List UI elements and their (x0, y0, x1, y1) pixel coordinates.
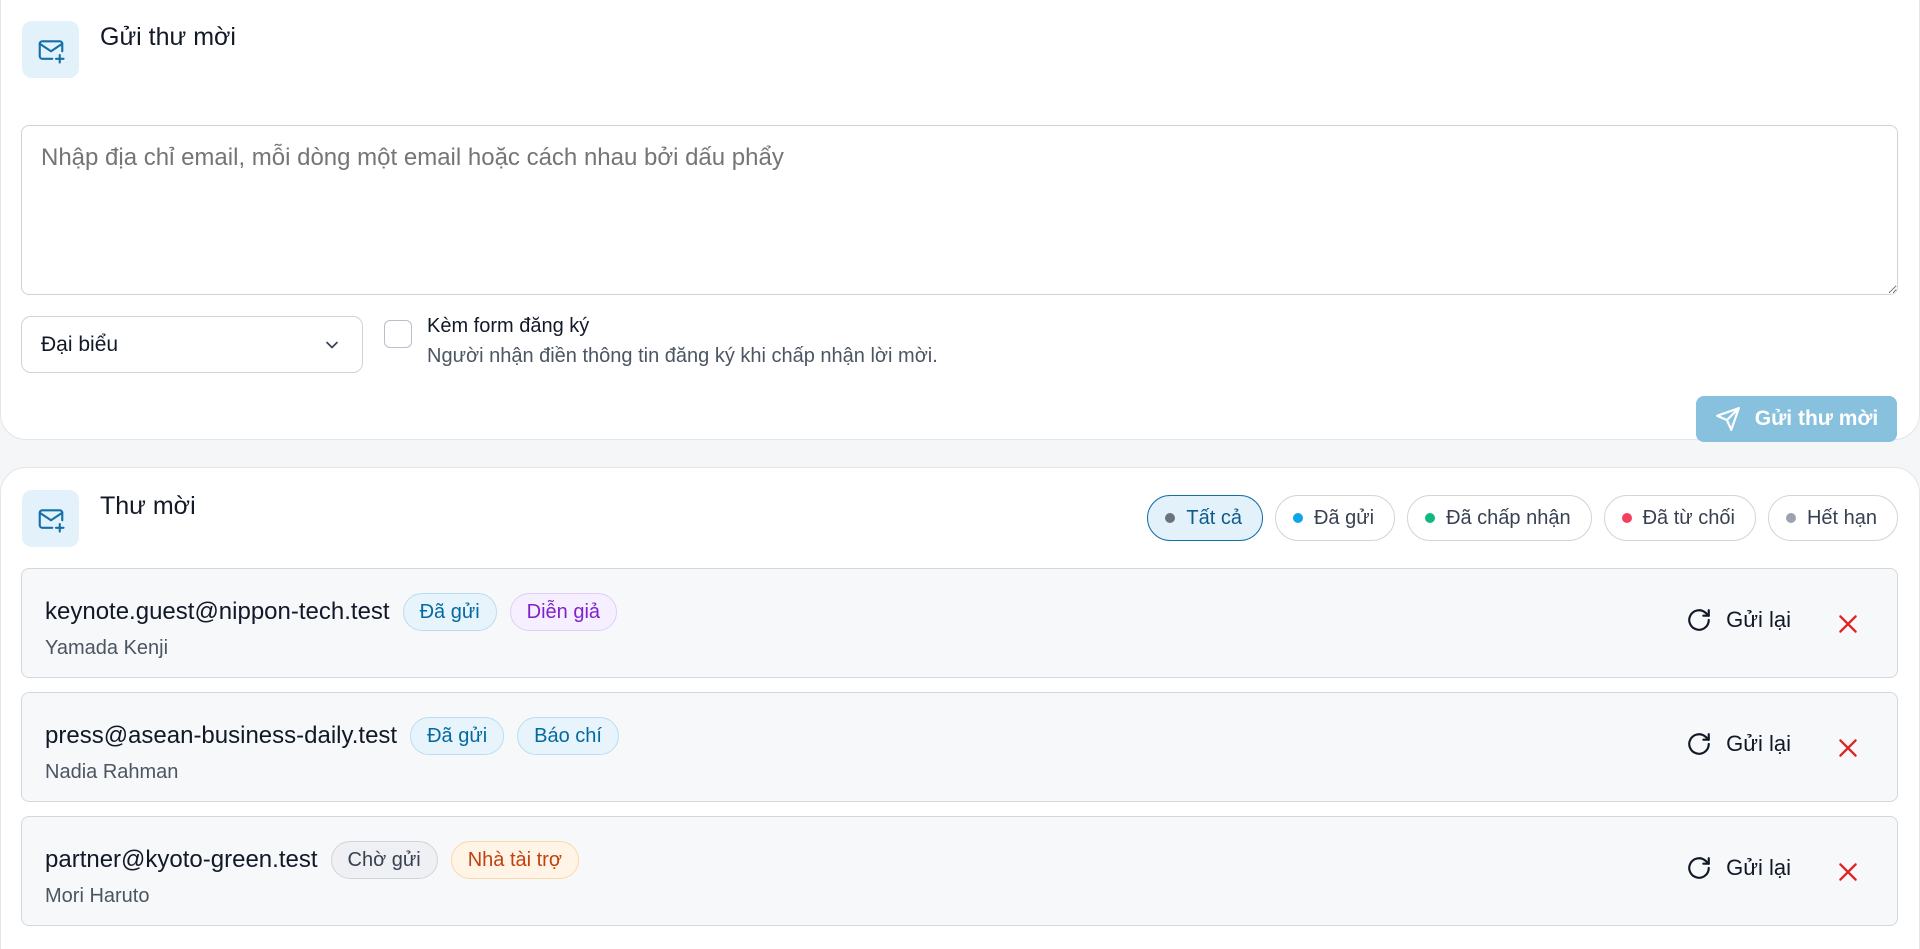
close-icon[interactable] (1835, 859, 1861, 885)
filter-declined[interactable]: Đã từ chối (1603, 495, 1756, 541)
dot-icon (1425, 513, 1436, 523)
invitation-email-line: keynote.guest@nippon-tech.test Đã gửi Di… (45, 593, 618, 631)
status-filters: Tất cả Đã gửi Đã chấp nhận Đã từ chối Hế… (1147, 495, 1898, 541)
filter-label: Hết hạn (1806, 506, 1877, 529)
resend-label: Gửi lại (1726, 855, 1791, 880)
resend-label: Gửi lại (1726, 731, 1791, 756)
refresh-icon (1688, 609, 1710, 631)
invitation-row: keynote.guest@nippon-tech.test Đã gửi Di… (21, 568, 1898, 678)
invitation-email-line: press@asean-business-daily.test Đã gửi B… (45, 717, 619, 755)
registration-form-checkbox[interactable] (384, 320, 412, 348)
role-select[interactable]: Đại biểu (21, 316, 363, 373)
invitation-name: Nadia Rahman (45, 761, 179, 783)
resend-button[interactable]: Gửi lại (1686, 607, 1791, 633)
filter-all[interactable]: Tất cả (1147, 495, 1263, 541)
close-icon[interactable] (1835, 611, 1861, 637)
invitation-email: keynote.guest@nippon-tech.test (45, 598, 390, 625)
invitations-title: Thư mời (100, 492, 196, 520)
chevron-down-icon (326, 341, 338, 349)
status-badge: Đã gửi (402, 593, 497, 631)
status-badge: Chờ gửi (330, 841, 438, 879)
filter-label: Tất cả (1186, 506, 1242, 529)
role-badge: Diễn giả (509, 593, 618, 631)
invitation-name: Yamada Kenji (45, 637, 169, 659)
dot-icon (1292, 513, 1303, 523)
filter-label: Đã từ chối (1642, 506, 1735, 529)
dot-icon (1165, 513, 1176, 523)
filter-label: Đã chấp nhận (1446, 506, 1571, 529)
mail-plus-icon (22, 490, 79, 547)
invitation-row: press@asean-business-daily.test Đã gửi B… (21, 692, 1898, 802)
send-button-label: Gửi thư mời (1754, 407, 1879, 430)
filter-sent[interactable]: Đã gửi (1274, 495, 1396, 541)
filter-label: Đã gửi (1313, 506, 1375, 529)
emails-textarea[interactable] (21, 125, 1898, 295)
close-icon[interactable] (1835, 735, 1861, 761)
resend-button[interactable]: Gửi lại (1686, 731, 1791, 757)
send-icon (1715, 407, 1740, 431)
registration-form-label: Kèm form đăng ký (427, 315, 590, 337)
filter-accepted[interactable]: Đã chấp nhận (1407, 495, 1592, 541)
resend-label: Gửi lại (1726, 607, 1791, 632)
registration-form-help: Người nhận điền thông tin đăng ký khi ch… (427, 345, 938, 367)
refresh-icon (1688, 733, 1710, 755)
dot-icon (1785, 513, 1796, 523)
role-badge: Báo chí (517, 717, 619, 755)
role-select-value: Đại biểu (41, 332, 119, 356)
invitation-name: Mori Haruto (45, 885, 150, 907)
filter-expired[interactable]: Hết hạn (1767, 495, 1898, 541)
invitation-row: partner@kyoto-green.test Chờ gửi Nhà tài… (21, 816, 1898, 926)
status-badge: Đã gửi (410, 717, 505, 755)
send-invitation-button[interactable]: Gửi thư mời (1696, 396, 1897, 442)
refresh-icon (1688, 857, 1710, 879)
role-badge: Nhà tài trợ (450, 841, 579, 879)
send-section-title: Gửi thư mời (100, 23, 236, 51)
resend-button[interactable]: Gửi lại (1686, 855, 1791, 881)
mail-plus-icon (22, 21, 79, 78)
dot-icon (1621, 513, 1632, 523)
invitation-email: partner@kyoto-green.test (45, 846, 318, 873)
invitation-email: press@asean-business-daily.test (45, 722, 398, 749)
invitation-email-line: partner@kyoto-green.test Chờ gửi Nhà tài… (45, 841, 579, 879)
